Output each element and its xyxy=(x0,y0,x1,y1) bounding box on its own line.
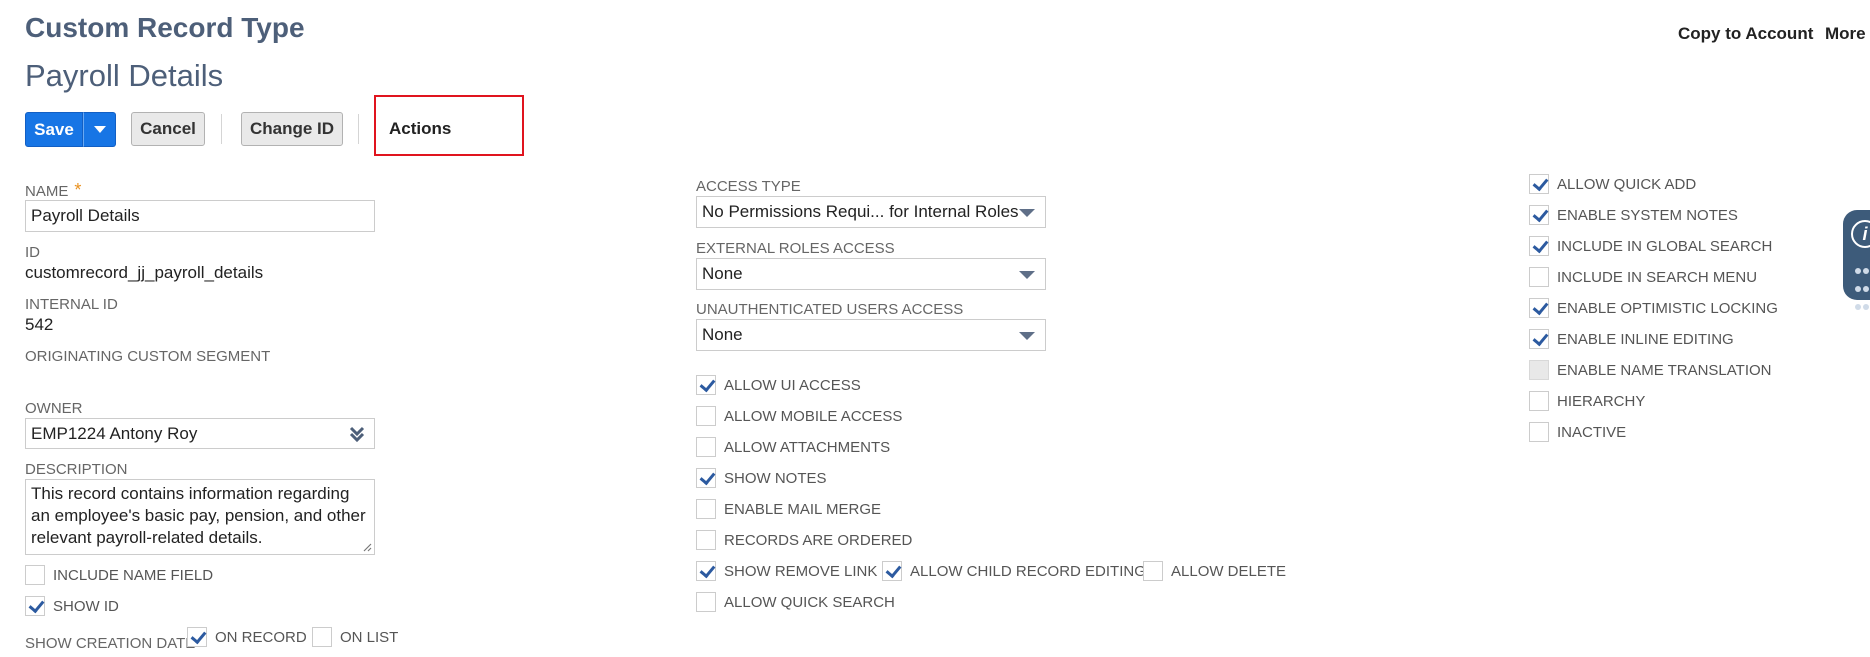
allow-mobile-access-checkbox[interactable]: ALLOW MOBILE ACCESS xyxy=(696,406,902,426)
description-line: relevant payroll-related details. xyxy=(31,528,263,547)
allow-child-record-editing-checkbox[interactable]: ALLOW CHILD RECORD EDITING xyxy=(882,561,1146,581)
description-label: DESCRIPTION xyxy=(25,461,128,478)
save-button[interactable]: Save xyxy=(25,112,83,147)
description-line: This record contains information regardi… xyxy=(31,484,350,503)
checkbox-box xyxy=(1529,174,1549,194)
show-creation-date-label: SHOW CREATION DATE xyxy=(25,635,196,652)
inactive-checkbox[interactable]: INACTIVE xyxy=(1529,422,1626,442)
description-textarea[interactable]: This record contains information regardi… xyxy=(25,479,375,555)
checkbox-box xyxy=(1529,360,1549,380)
allow-ui-access-checkbox[interactable]: ALLOW UI ACCESS xyxy=(696,375,861,395)
owner-select[interactable]: EMP1224 Antony Roy xyxy=(25,418,375,449)
checkbox-box xyxy=(1529,329,1549,349)
record-type-title: Custom Record Type xyxy=(25,12,305,43)
copy-to-account-link[interactable]: Copy to Account xyxy=(1678,24,1813,44)
checkbox-box xyxy=(1529,267,1549,287)
record-name-title: Payroll Details xyxy=(25,58,224,93)
allow-delete-checkbox[interactable]: ALLOW DELETE xyxy=(1143,561,1286,581)
checkbox-box xyxy=(25,565,45,585)
checkbox-box xyxy=(696,437,716,457)
enable-system-notes-checkbox[interactable]: ENABLE SYSTEM NOTES xyxy=(1529,205,1738,225)
show-id-checkbox[interactable]: SHOW ID xyxy=(25,596,119,616)
unauth-access-label: UNAUTHENTICATED USERS ACCESS xyxy=(696,301,964,318)
info-icon: i xyxy=(1851,220,1870,248)
triangle-down-icon xyxy=(1019,332,1035,340)
enable-inline-editing-checkbox[interactable]: ENABLE INLINE EDITING xyxy=(1529,329,1734,349)
checkbox-box xyxy=(312,627,332,647)
checkbox-box xyxy=(696,561,716,581)
triangle-down-icon xyxy=(1019,209,1035,217)
include-name-field-checkbox[interactable]: INCLUDE NAME FIELD xyxy=(25,565,213,585)
checkbox-box xyxy=(1529,298,1549,318)
checkbox-box xyxy=(1529,205,1549,225)
checkbox-box xyxy=(696,468,716,488)
checkbox-box xyxy=(696,375,716,395)
external-roles-label: EXTERNAL ROLES ACCESS xyxy=(696,240,895,257)
change-id-button[interactable]: Change ID xyxy=(241,112,343,146)
show-notes-checkbox[interactable]: SHOW NOTES xyxy=(696,468,827,488)
owner-label: OWNER xyxy=(25,400,83,417)
triangle-down-icon xyxy=(1019,271,1035,279)
help-widget[interactable]: i xyxy=(1843,210,1870,310)
checkbox-box xyxy=(1143,561,1163,581)
internal-id-label: INTERNAL ID xyxy=(25,296,118,313)
name-label: NAME * xyxy=(25,180,82,200)
grid-dots-icon xyxy=(1854,262,1870,316)
double-chevron-down-icon xyxy=(349,426,365,443)
access-type-label: ACCESS TYPE xyxy=(696,178,801,195)
originating-segment-label: ORIGINATING CUSTOM SEGMENT xyxy=(25,348,271,365)
toolbar-divider xyxy=(221,114,222,144)
checkbox-box xyxy=(882,561,902,581)
external-roles-select[interactable]: None xyxy=(696,258,1046,290)
checkbox-box xyxy=(696,406,716,426)
checkbox-box xyxy=(696,499,716,519)
show-remove-link-checkbox[interactable]: SHOW REMOVE LINK xyxy=(696,561,877,581)
enable-mail-merge-checkbox[interactable]: ENABLE MAIL MERGE xyxy=(696,499,881,519)
on-list-checkbox[interactable]: ON LIST xyxy=(312,627,398,647)
toolbar-divider xyxy=(358,114,359,144)
name-field[interactable]: Payroll Details xyxy=(25,200,375,232)
checkbox-box xyxy=(25,596,45,616)
save-menu-button[interactable] xyxy=(83,112,116,147)
checkbox-box xyxy=(696,592,716,612)
required-marker: * xyxy=(74,180,82,200)
description-line: an employee's basic pay, pension, and ot… xyxy=(31,506,366,525)
records-are-ordered-checkbox[interactable]: RECORDS ARE ORDERED xyxy=(696,530,912,550)
more-link[interactable]: More xyxy=(1825,24,1866,44)
actions-menu[interactable]: Actions xyxy=(389,119,451,139)
checkbox-box xyxy=(1529,236,1549,256)
enable-optimistic-locking-checkbox[interactable]: ENABLE OPTIMISTIC LOCKING xyxy=(1529,298,1778,318)
include-in-global-search-checkbox[interactable]: INCLUDE IN GLOBAL SEARCH xyxy=(1529,236,1772,256)
enable-name-translation-checkbox: ENABLE NAME TRANSLATION xyxy=(1529,360,1772,380)
checkbox-box xyxy=(1529,422,1549,442)
internal-id-value: 542 xyxy=(25,315,54,334)
cancel-button[interactable]: Cancel xyxy=(131,112,205,146)
chevron-down-icon xyxy=(93,126,106,133)
unauth-access-select[interactable]: None xyxy=(696,319,1046,351)
id-label: ID xyxy=(25,244,40,261)
resize-handle-icon[interactable] xyxy=(362,542,372,552)
id-value: customrecord_jj_payroll_details xyxy=(25,263,264,282)
checkbox-box xyxy=(696,530,716,550)
allow-quick-search-checkbox[interactable]: ALLOW QUICK SEARCH xyxy=(696,592,895,612)
include-in-search-menu-checkbox[interactable]: INCLUDE IN SEARCH MENU xyxy=(1529,267,1757,287)
checkbox-box xyxy=(1529,391,1549,411)
hierarchy-checkbox[interactable]: HIERARCHY xyxy=(1529,391,1645,411)
access-type-select[interactable]: No Permissions Requi... for Internal Rol… xyxy=(696,196,1046,228)
checkbox-box xyxy=(187,627,207,647)
on-record-checkbox[interactable]: ON RECORD xyxy=(187,627,307,647)
allow-attachments-checkbox[interactable]: ALLOW ATTACHMENTS xyxy=(696,437,890,457)
allow-quick-add-checkbox[interactable]: ALLOW QUICK ADD xyxy=(1529,174,1696,194)
